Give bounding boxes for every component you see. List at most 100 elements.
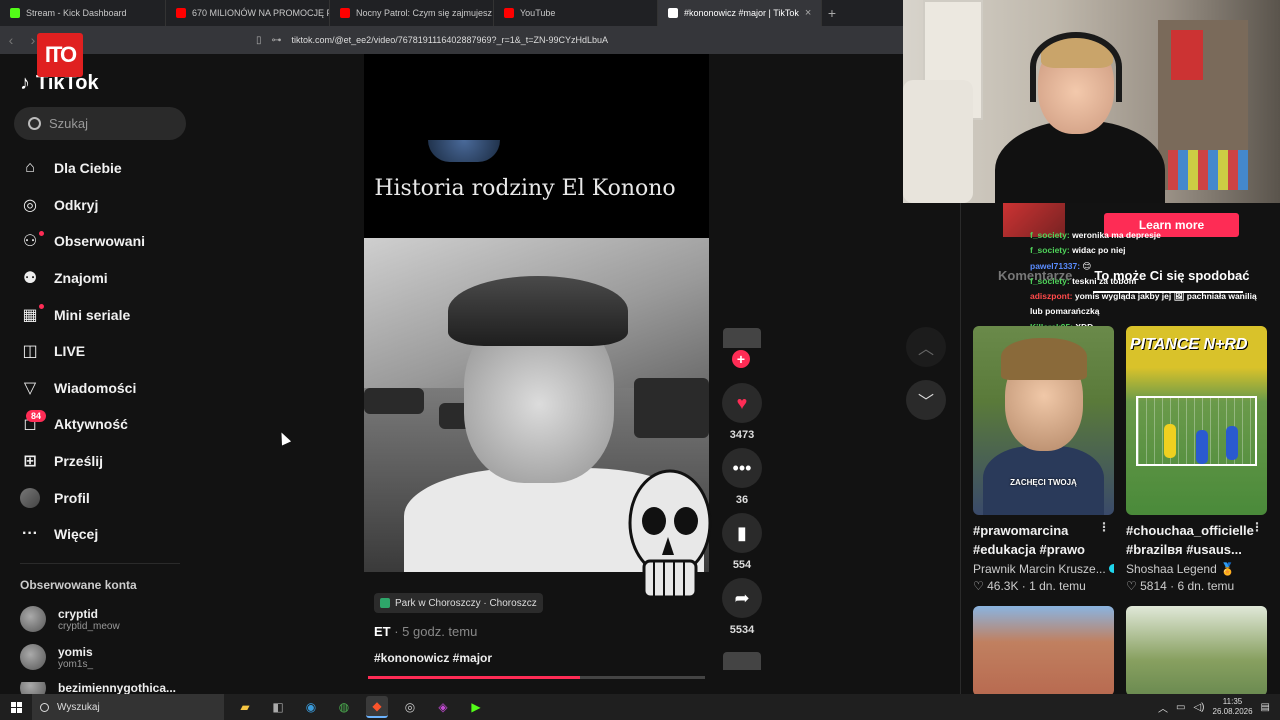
bookmark-icon[interactable]: ▯ bbox=[256, 35, 262, 46]
video-hashtags[interactable]: #kononowicz #major bbox=[374, 651, 492, 665]
chat-message: pawel71337: 😊 bbox=[1030, 260, 1092, 271]
video-progress-bar[interactable] bbox=[368, 676, 705, 679]
chat-message: f_society: widac po niej bbox=[1030, 245, 1126, 256]
sidebar-item-odkryj[interactable]: ◎ Odkryj bbox=[20, 187, 190, 224]
system-tray: ︿ ▭ ◁) 11:35 26.08.2026 ▤ bbox=[1158, 697, 1280, 717]
card-author[interactable]: Prawnik Marcin Krusze... bbox=[973, 562, 1114, 576]
next-video-button[interactable]: ﹀ bbox=[906, 380, 946, 420]
notification-dot bbox=[39, 231, 44, 237]
followed-account[interactable]: cryptid cryptid_meow bbox=[20, 606, 120, 632]
followed-account[interactable]: yomis yom1s_ bbox=[20, 644, 93, 670]
video-author[interactable]: ET · 5 godz. temu bbox=[374, 624, 477, 639]
sidebar-item-wiecej[interactable]: ··· Więcej bbox=[20, 516, 190, 553]
youtube-icon bbox=[176, 8, 186, 18]
next-creator-avatar[interactable] bbox=[723, 652, 761, 670]
share-button[interactable]: ➦ 5534 bbox=[722, 578, 762, 636]
stream-overlay-logo: ITO bbox=[37, 33, 83, 77]
more-options-icon[interactable]: ⋮ bbox=[1098, 520, 1110, 534]
search-box[interactable] bbox=[14, 107, 186, 140]
search-input[interactable] bbox=[49, 116, 169, 131]
chevron-up-icon[interactable]: ︿ bbox=[1158, 700, 1168, 715]
headset bbox=[1030, 32, 1122, 102]
site-info-icon[interactable]: ⊶ bbox=[272, 35, 282, 46]
start-button[interactable] bbox=[0, 701, 32, 713]
volume-icon[interactable]: ◁) bbox=[1193, 702, 1204, 713]
comment-button[interactable]: ••• 36 bbox=[722, 448, 762, 506]
close-tab-icon[interactable]: × bbox=[805, 7, 811, 19]
video-progress-fill bbox=[368, 676, 581, 679]
followed-accounts-title: Obserwowane konta bbox=[20, 578, 137, 592]
kick-icon[interactable]: ▶ bbox=[465, 696, 487, 718]
taskbar-apps: ▰ ◧ ◉ ◍ ◆ ◎ ◈ ▶ bbox=[234, 696, 487, 718]
sidebar-item-obserwowani[interactable]: ⚇ Obserwowani bbox=[20, 223, 190, 260]
recommended-video-card[interactable] bbox=[973, 606, 1114, 696]
location-tag[interactable]: Park w Choroszczy · Choroszcz bbox=[374, 593, 543, 613]
previous-video-button[interactable]: ︿ bbox=[906, 327, 946, 367]
card-author[interactable]: Shoshaa Legend 🏅 bbox=[1126, 562, 1267, 576]
windows-taskbar: Wyszukaj ▰ ◧ ◉ ◍ ◆ ◎ ◈ ▶ ︿ ▭ ◁) 11:35 26… bbox=[0, 694, 1280, 720]
action-column: + bbox=[721, 328, 763, 368]
brave-icon[interactable]: ◆ bbox=[366, 696, 388, 718]
video-thumbnail[interactable]: ZACHĘCI TWOJĄ bbox=[973, 326, 1114, 515]
obs-icon[interactable]: ◎ bbox=[399, 696, 421, 718]
live-icon: ◫ bbox=[22, 343, 38, 361]
browser-tab-youtube-3[interactable]: YouTube bbox=[494, 0, 658, 26]
video-thumbnail[interactable]: PITANCE N+RD bbox=[1126, 326, 1267, 515]
app-icon[interactable]: ◈ bbox=[432, 696, 454, 718]
upload-icon: ⊞ bbox=[23, 453, 37, 471]
sidebar-item-aktywnosc[interactable]: ◻ 84 Aktywność bbox=[20, 406, 190, 443]
activity-badge: 84 bbox=[26, 410, 47, 423]
followed-account[interactable]: bezimiennygothica... bbox=[20, 682, 176, 694]
notifications-icon[interactable]: ▤ bbox=[1261, 702, 1270, 713]
friends-icon: ⚉ bbox=[22, 270, 38, 288]
clock[interactable]: 11:35 26.08.2026 bbox=[1213, 697, 1253, 717]
sidebar-item-przeslij[interactable]: ⊞ Prześlij bbox=[20, 443, 190, 480]
avatar bbox=[20, 682, 46, 694]
comment-count: 36 bbox=[735, 494, 749, 506]
creator-avatar[interactable] bbox=[723, 328, 761, 348]
file-explorer-icon[interactable]: ▰ bbox=[234, 696, 256, 718]
browser-tab-youtube-2[interactable]: Nocny Patrol: Czym się zajmujesz i ile..… bbox=[330, 0, 494, 26]
url-text[interactable]: tiktok.com/@et_ee2/video/767819111640288… bbox=[292, 35, 609, 45]
browser-tabbar: Stream - Kick Dashboard 670 MILIONÓW NA … bbox=[0, 0, 903, 26]
card-title[interactable]: #prawomarcina #edukacja #prawo bbox=[973, 521, 1101, 559]
save-button[interactable]: ▮ 554 bbox=[722, 513, 762, 571]
chat-message: adiszpont: yomis wygląda jakby jej 🖼 pac… bbox=[1030, 291, 1257, 317]
browser-tab-youtube-1[interactable]: 670 MILIONÓW NA PROMOCJĘ POL... bbox=[166, 0, 330, 26]
video-top-area[interactable] bbox=[364, 54, 709, 238]
tiktok-icon bbox=[668, 8, 678, 18]
sidebar-item-wiadomosci[interactable]: ▽ Wiadomości bbox=[20, 370, 190, 407]
back-icon[interactable]: ‹ bbox=[0, 32, 22, 48]
network-icon[interactable]: ▭ bbox=[1176, 702, 1185, 713]
bookmark-icon: ▮ bbox=[722, 513, 762, 553]
recommended-video-card[interactable]: PITANCE N+RD #chouchaa_officielle #brazi… bbox=[1126, 326, 1267, 593]
app-icon[interactable]: ◧ bbox=[267, 696, 289, 718]
taskbar-search[interactable]: Wyszukaj bbox=[32, 694, 224, 720]
search-icon bbox=[40, 702, 49, 712]
sidebar-item-dla-ciebie[interactable]: ⌂ Dla Ciebie bbox=[20, 150, 190, 187]
more-options-icon[interactable]: ⋮ bbox=[1251, 520, 1263, 534]
home-icon: ⌂ bbox=[25, 159, 35, 177]
sidebar-item-profil[interactable]: Profil bbox=[20, 479, 190, 516]
globe-graphic bbox=[428, 140, 500, 162]
like-button[interactable]: ♥ 3473 bbox=[722, 383, 762, 441]
heart-icon: ♥ bbox=[722, 383, 762, 423]
video-thumbnail[interactable] bbox=[973, 606, 1114, 696]
sidebar-item-znajomi[interactable]: ⚉ Znajomi bbox=[20, 260, 190, 297]
browser-tab-kick[interactable]: Stream - Kick Dashboard bbox=[0, 0, 166, 26]
sidebar-item-mini-seriale[interactable]: ▦ Mini seriale bbox=[20, 296, 190, 333]
search-icon bbox=[28, 117, 41, 130]
sidebar-item-live[interactable]: ◫ LIVE bbox=[20, 333, 190, 370]
recommended-video-card[interactable] bbox=[1126, 606, 1267, 696]
card-title[interactable]: #chouchaa_officielle #brazilвя #usaus... bbox=[1126, 521, 1254, 559]
new-tab-button[interactable]: + bbox=[822, 5, 842, 21]
browser-tab-tiktok[interactable]: #kononowicz #major | TikTok × bbox=[658, 0, 822, 26]
chrome-icon[interactable]: ◍ bbox=[333, 696, 355, 718]
follow-plus-icon[interactable]: + bbox=[732, 350, 750, 368]
chevron-down-icon: ﹀ bbox=[917, 394, 934, 411]
video-thumbnail[interactable] bbox=[1126, 606, 1267, 696]
notification-dot bbox=[39, 304, 44, 310]
share-icon: ➦ bbox=[722, 578, 762, 618]
edge-icon[interactable]: ◉ bbox=[300, 696, 322, 718]
recommended-video-card[interactable]: ZACHĘCI TWOJĄ #prawomarcina #edukacja #p… bbox=[973, 326, 1114, 593]
